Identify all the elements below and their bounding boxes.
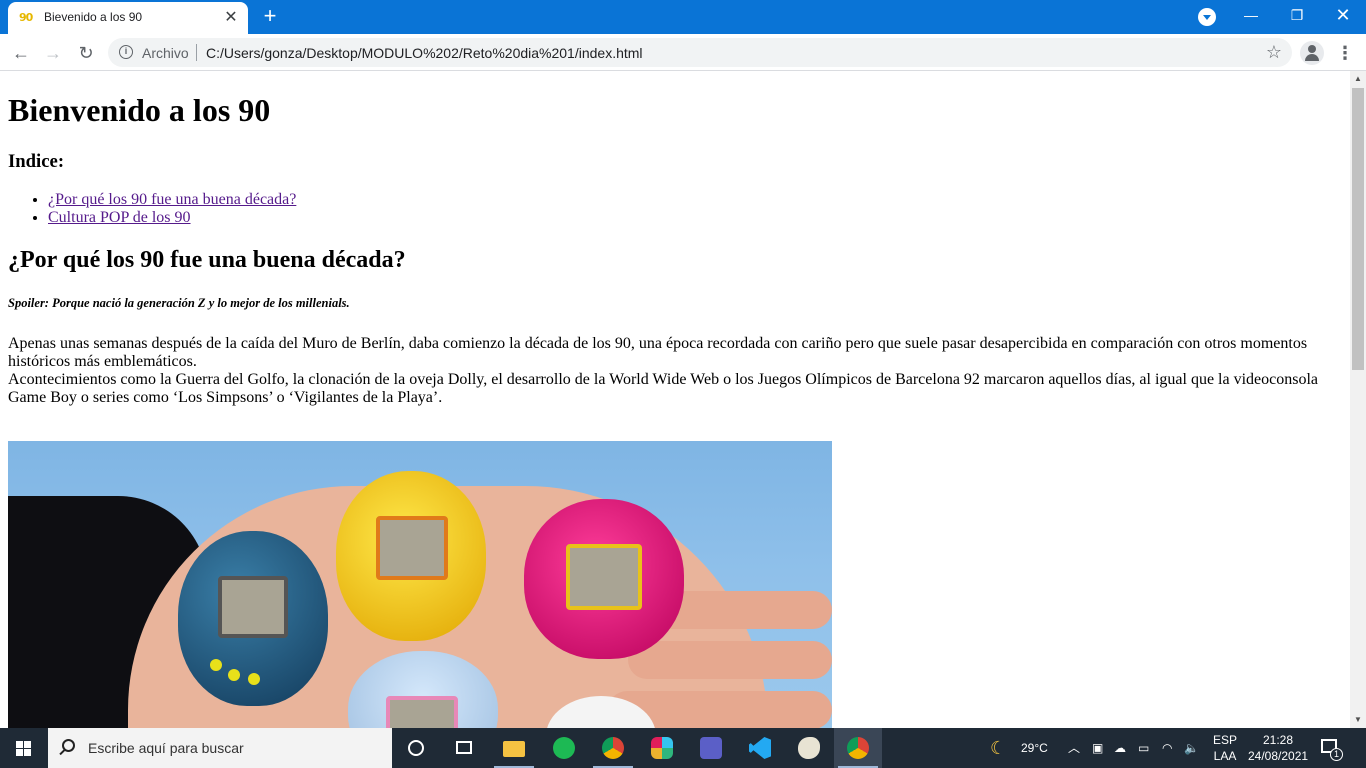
clock-time: 21:28 (1262, 733, 1294, 747)
forward-arrow-icon[interactable]: → (39, 39, 67, 67)
language-indicator[interactable]: ESP LAA (1208, 732, 1242, 764)
battery-icon[interactable]: ▭ (1138, 728, 1149, 768)
tamagotchi-image (8, 441, 832, 728)
meet-now-icon[interactable]: ▣ (1092, 728, 1103, 768)
browser-menu-icon[interactable]: ⋮ (1336, 39, 1354, 67)
address-bar[interactable]: i Archivo C:/Users/gonza/Desktop/MODULO%… (108, 38, 1292, 67)
browser-tab[interactable]: 90 Bievenido a los 90 ✕ (8, 2, 248, 34)
wifi-icon[interactable]: ◠ (1162, 728, 1172, 768)
profile-avatar-icon[interactable] (1300, 41, 1324, 65)
index-item: ¿Por qué los 90 fue una buena década? (48, 191, 296, 209)
tray-chevron-up-icon[interactable]: ︿ (1068, 728, 1080, 768)
reload-icon[interactable]: ↻ (72, 39, 100, 67)
moon-weather-icon[interactable]: ☾ (990, 728, 1012, 768)
url-text[interactable]: C:/Users/gonza/Desktop/MODULO%202/Reto%2… (206, 45, 643, 61)
onedrive-icon[interactable]: ☁ (1114, 728, 1126, 768)
new-tab-button[interactable]: + (258, 5, 282, 29)
teams-icon[interactable] (687, 728, 735, 768)
tab-close-icon[interactable]: ✕ (222, 9, 240, 27)
scroll-up-arrow-icon[interactable]: ▲ (1350, 71, 1366, 87)
windows-logo-icon (16, 741, 31, 756)
paragraph-1: Apenas unas semanas después de la caída … (8, 335, 1308, 370)
file-scheme-label: Archivo (142, 45, 189, 61)
scrollbar-thumb[interactable] (1352, 88, 1364, 370)
tamagotchi-blue (178, 531, 328, 706)
taskbar-clock[interactable]: 21:28 24/08/2021 (1248, 732, 1308, 764)
paragraph-2: Acontecimientos como la Guerra del Golfo… (8, 371, 1319, 406)
weather-temperature[interactable]: 29°C (1021, 728, 1048, 768)
index-link-cultura-pop[interactable]: Cultura POP de los 90 (48, 209, 191, 226)
keyboard-layout: LAA (1213, 749, 1237, 763)
page-title: Bienvenido a los 90 (8, 92, 271, 128)
spoiler-text: Spoiler: Porque nació la generación Z y … (8, 296, 350, 310)
language-code: ESP (1212, 733, 1237, 747)
tab-favicon: 90 (19, 11, 33, 24)
page-content: Bienvenido a los 90 Indice: ¿Por qué los… (0, 71, 1350, 728)
omnibox-divider (196, 44, 197, 61)
vertical-scrollbar[interactable]: ▲ ▼ (1350, 71, 1366, 728)
window-close-button[interactable]: ✕ (1320, 0, 1366, 30)
spotify-icon[interactable] (540, 728, 588, 768)
window-minimize-button[interactable]: — (1228, 0, 1274, 30)
browser-toolbar: ← → ↻ i Archivo C:/Users/gonza/Desktop/M… (0, 34, 1366, 71)
notification-count-badge: 1 (1330, 748, 1343, 761)
search-placeholder: Escribe aquí para buscar (88, 740, 244, 756)
tab-search-icon[interactable] (1198, 8, 1216, 26)
start-button[interactable] (0, 728, 48, 768)
index-item: Cultura POP de los 90 (48, 209, 296, 227)
tamagotchi-yellow (336, 471, 486, 641)
site-info-icon[interactable]: i (119, 45, 133, 59)
file-explorer-icon[interactable] (490, 728, 538, 768)
section-heading: ¿Por qué los 90 fue una buena década? (8, 247, 406, 273)
task-view-icon[interactable] (440, 728, 488, 768)
clock-date: 24/08/2021 (1248, 749, 1309, 763)
intro-paragraph: Apenas unas semanas después de la caída … (8, 335, 1338, 407)
cortana-icon[interactable] (392, 728, 440, 768)
taskbar-search-box[interactable]: Escribe aquí para buscar (48, 728, 392, 768)
windows-taskbar: Escribe aquí para buscar ☾ 29°C ︿ ▣ ☁ ▭ … (0, 728, 1366, 768)
chrome-icon[interactable] (589, 728, 637, 768)
tamagotchi-pink (524, 499, 684, 659)
back-arrow-icon[interactable]: ← (7, 39, 35, 67)
bookmark-star-icon[interactable]: ☆ (1266, 42, 1282, 62)
browser-titlebar: 90 Bievenido a los 90 ✕ + — ❐ ✕ (0, 0, 1366, 34)
tab-title: Bievenido a los 90 (44, 10, 143, 24)
index-list: ¿Por qué los 90 fue una buena década? Cu… (48, 191, 296, 227)
index-heading: Indice: (8, 151, 65, 172)
volume-icon[interactable]: 🔈 (1184, 728, 1199, 768)
image-finger (628, 641, 832, 679)
paint-icon[interactable] (785, 728, 833, 768)
window-restore-button[interactable]: ❐ (1274, 0, 1320, 30)
scroll-down-arrow-icon[interactable]: ▼ (1350, 712, 1366, 728)
search-icon (62, 739, 75, 752)
index-link-buena-decada[interactable]: ¿Por qué los 90 fue una buena década? (48, 191, 296, 208)
slack-icon[interactable] (638, 728, 686, 768)
notification-center-icon[interactable]: 1 (1318, 736, 1343, 761)
chrome-active-icon[interactable] (834, 728, 882, 768)
vscode-icon[interactable] (736, 728, 784, 768)
